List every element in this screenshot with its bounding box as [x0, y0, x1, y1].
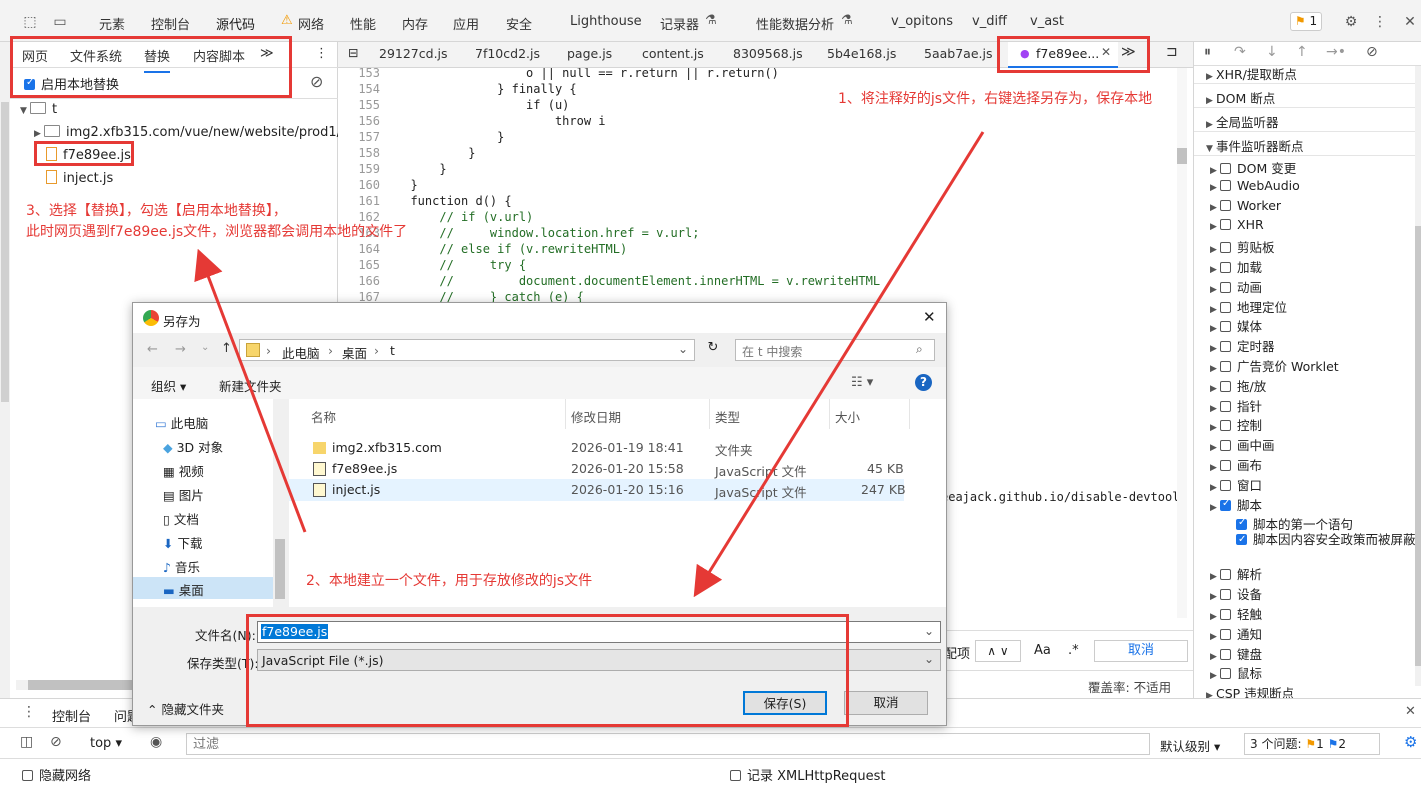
arrow-3: [194, 248, 307, 533]
annotation-arrows: [194, 131, 985, 598]
annotation-step-1: 1、将注释好的js文件，右键选择另存为，保存本地: [838, 91, 1153, 107]
arrow-1: [693, 131, 985, 598]
annotation-step-3a: 3、选择【替换】，勾选【启用本地替换】，: [26, 203, 287, 219]
annotation-step-2: 2、本地建立一个文件，用于存放修改的js文件: [306, 573, 593, 589]
annotation-step-3b: 此时网页遇到f7e89ee.js文件，浏览器都会调用本地的文件了: [26, 224, 408, 240]
